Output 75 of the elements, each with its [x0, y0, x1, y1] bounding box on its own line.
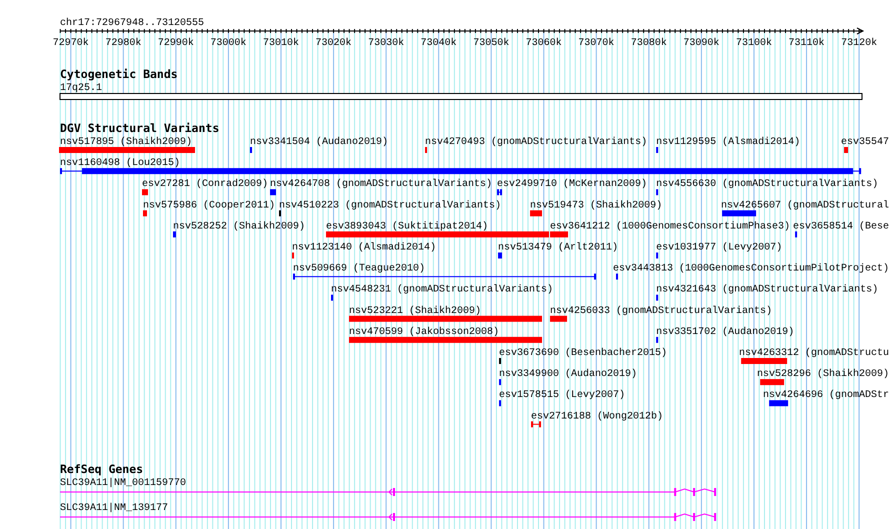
variant-label: nsv4264708 (gnomADStructuralVariants)	[270, 179, 492, 190]
variant-label: esv3641212 (1000GenomesConsortiumPhase3)	[550, 221, 790, 232]
tick-label: 73020k	[316, 38, 352, 49]
variant-label: nsv4263312 (gnomADStructu	[739, 348, 890, 359]
tick-label: 73050k	[473, 38, 510, 49]
variant-bar[interactable]	[616, 274, 618, 280]
variant-label: nsv1160498 (Lou2015)	[60, 158, 180, 170]
tick-label: 73030k	[368, 38, 404, 49]
variant-bar[interactable]	[250, 147, 252, 153]
variant-label: nsv519473 (Shaikh2009)	[530, 200, 662, 212]
tick-label: 73040k	[420, 38, 457, 49]
variant-label: esv3658514 (Bese	[793, 221, 890, 232]
variant-label: nsv470599 (Jakobsson2008)	[349, 326, 500, 338]
variant-label: nsv1123140 (Alsmadi2014)	[292, 242, 436, 254]
variant-label: nsv4264696 (gnomADStr	[763, 390, 890, 402]
track-title: RefSeq Genes	[60, 462, 144, 476]
variant-label: nsv4270493 (gnomADStructuralVariants)	[425, 137, 648, 148]
variant-bar[interactable]	[656, 336, 658, 343]
tick-label: 73080k	[630, 38, 667, 49]
track-title: DGV Structural Variants	[60, 121, 220, 135]
variant-label: esv35547	[841, 137, 890, 148]
variant-label: nsv3349900 (Audano2019)	[499, 369, 638, 380]
variant-bar[interactable]	[60, 168, 862, 174]
variant-bar[interactable]	[656, 294, 658, 301]
variant-bar[interactable]	[499, 379, 502, 386]
variant-label: esv2499710 (McKernan2009)	[497, 179, 648, 190]
variant-bar[interactable]	[496, 189, 503, 196]
tick-label: 73000k	[210, 38, 246, 49]
tick-label: 73010k	[263, 38, 299, 49]
variant-label: esv1578515 (Levy2007)	[499, 390, 626, 402]
variant-label: nsv528296 (Shaikh2009)	[757, 369, 890, 380]
variant-label: nsv523221 (Shaikh2009)	[349, 306, 482, 317]
band-label: 17q25.1	[60, 83, 102, 94]
variant-label: esv27281 (Conrad2009)	[142, 179, 268, 190]
tick-label: 73060k	[526, 38, 562, 49]
variant-label: nsv3351702 (Audano2019)	[656, 326, 794, 338]
variant-bar[interactable]	[656, 189, 658, 196]
variant-label: nsv4265607 (gnomADStructural	[721, 200, 890, 212]
variant-label: nsv575986 (Cooper2011)	[143, 200, 276, 212]
tick-label: 73090k	[683, 38, 720, 49]
variant-bar[interactable]	[769, 400, 788, 406]
tick-label: 73120k	[841, 38, 878, 49]
tick-label: 73110k	[788, 38, 825, 49]
variant-label: nsv513479 (Arlt2011)	[498, 242, 618, 254]
variant-bar[interactable]	[795, 231, 798, 238]
variant-label: esv3443813 (1000GenomesConsortiumPilotProject)	[613, 264, 890, 275]
variant-label: nsv517895 (Shaikh2009)	[60, 137, 192, 148]
variant-label: nsv1129595 (Alsmadi2014)	[656, 137, 800, 148]
variant-bar[interactable]	[499, 400, 502, 406]
variant-bar[interactable]	[499, 358, 502, 364]
variant-label: nsv4556630 (gnomADStructuralVariants)	[656, 179, 878, 190]
tick-label: 72990k	[158, 38, 194, 49]
variant-label: esv2716188 (Wong2012b)	[531, 411, 664, 422]
transcript-label: SLC39A11|NM_001159770	[60, 478, 186, 489]
variant-bar[interactable]	[292, 274, 597, 280]
variant-label: nsv509669 (Teague2010)	[293, 264, 426, 275]
variant-label: esv1031977 (Levy2007)	[656, 242, 782, 254]
variant-label: nsv4321643 (gnomADStructuralVariants)	[656, 284, 878, 296]
gene-drawing[interactable]	[60, 513, 716, 521]
location-label: chr17:72967948..73120555	[60, 18, 204, 29]
tick-label: 72970k	[52, 38, 89, 49]
transcript-label: SLC39A11|NM_139177	[60, 503, 168, 514]
track-title: Cytogenetic Bands	[60, 67, 178, 81]
variant-label: nsv4256033 (gnomADStructuralVariants)	[550, 306, 772, 317]
tick-label: 73070k	[578, 38, 614, 49]
variant-bar[interactable]	[498, 252, 502, 258]
variant-label: esv3893043 (Suktitipat2014)	[326, 221, 488, 232]
gene-drawing[interactable]	[60, 488, 716, 496]
variant-label: nsv4510223 (gnomADStructuralVariants)	[279, 200, 502, 212]
tick-label: 73100k	[736, 38, 772, 49]
variant-label: nsv3341504 (Audano2019)	[250, 137, 388, 148]
tick-label: 72980k	[105, 38, 142, 49]
variant-label: nsv4548231 (gnomADStructuralVariants)	[331, 284, 554, 296]
variant-label: esv3673690 (Besenbacher2015)	[499, 348, 668, 359]
variant-label: nsv528252 (Shaikh2009)	[173, 221, 306, 232]
